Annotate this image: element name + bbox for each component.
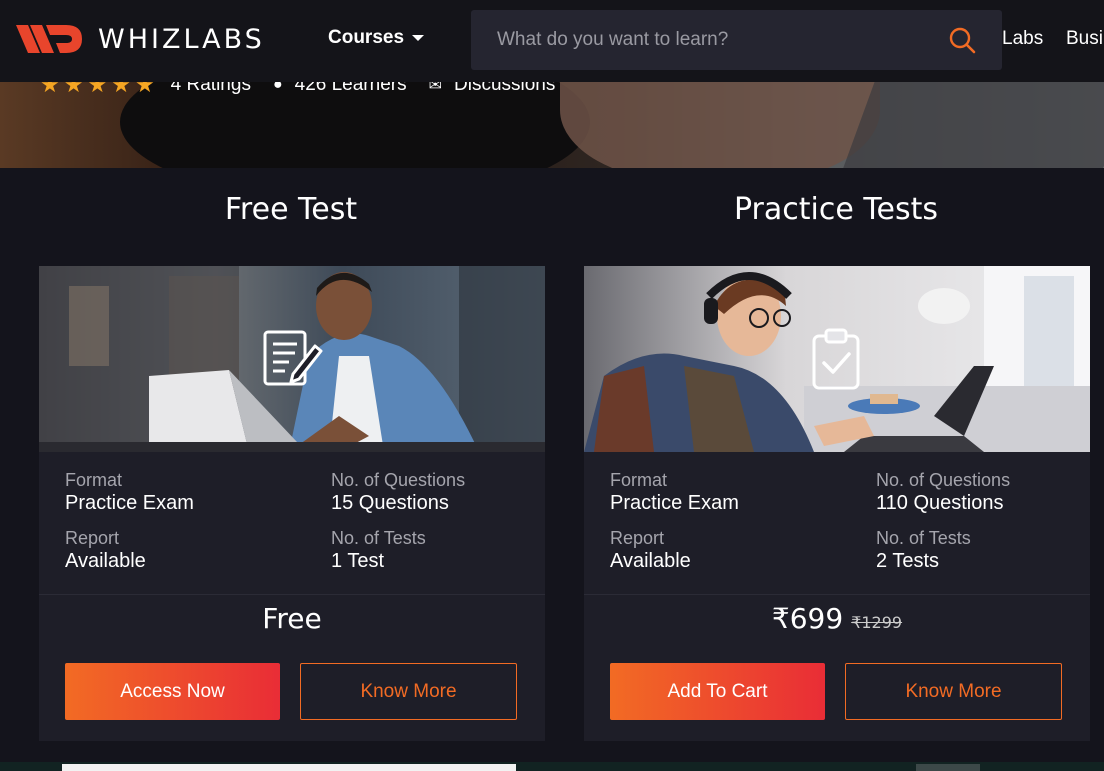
practice-tests-image <box>584 266 1090 452</box>
tests-label: No. of Tests <box>331 528 426 548</box>
tests-value: 2 Tests <box>876 550 939 572</box>
next-section-block <box>916 764 980 771</box>
free-know-more-button[interactable]: Know More <box>300 663 517 720</box>
discussions-link[interactable]: Discussions <box>454 82 555 96</box>
star-icon: ★ <box>134 82 155 97</box>
course-meta: ★ ★ ★ ★ ★ 4 Ratings ● 426 Learners ✉ Discuss… <box>40 82 555 98</box>
access-now-button[interactable]: Access Now <box>65 663 280 720</box>
questions-label: No. of Questions <box>331 470 466 490</box>
price-value: ₹699 <box>771 602 844 635</box>
hero-photo-arm <box>560 82 880 168</box>
discussion-icon: ✉ <box>428 82 442 94</box>
free-test-card: Format Practice Exam No. of Questions 15… <box>39 266 545 741</box>
whizlabs-logo[interactable]: WHIZLABS <box>16 20 265 58</box>
free-price: Free <box>39 602 545 635</box>
document-edit-icon <box>263 330 323 386</box>
top-navbar: WHIZLABS Courses Labs Busi <box>0 0 1104 82</box>
format-label: Format <box>610 470 668 490</box>
nav-link-labs[interactable]: Labs <box>1002 28 1043 50</box>
learners-count: 426 Learners <box>294 82 407 95</box>
report-value: Available <box>610 550 691 572</box>
practice-price: ₹699 ₹1299 <box>584 602 1090 635</box>
price-value: Free <box>262 602 322 635</box>
format-value: Practice Exam <box>610 492 739 514</box>
ratings-count[interactable]: 4 Ratings <box>171 82 251 96</box>
tests-label: No. of Tests <box>876 528 971 548</box>
card-divider <box>39 594 545 595</box>
course-hero-banner: ★ ★ ★ ★ ★ 4 Ratings ● 426 Learners ✉ Discuss… <box>0 82 1104 168</box>
learners-icon: ● <box>272 82 283 93</box>
star-icon: ★ <box>40 82 60 97</box>
courses-label: Courses <box>328 27 405 48</box>
report-value: Available <box>65 550 146 572</box>
star-icon: ★ <box>111 82 131 97</box>
star-icon: ★ <box>63 82 84 97</box>
questions-label: No. of Questions <box>876 470 1011 490</box>
star-icon: ★ <box>87 82 108 97</box>
format-value: Practice Exam <box>65 492 194 514</box>
questions-value: 15 Questions <box>331 492 449 514</box>
practice-tests-card: Format Practice Exam No. of Questions 11… <box>584 266 1090 741</box>
next-section-panel <box>62 764 516 771</box>
logo-text: WHIZLABS <box>98 23 265 55</box>
report-label: Report <box>610 528 665 548</box>
practice-know-more-button[interactable]: Know More <box>845 663 1062 720</box>
hero-photo-background <box>838 82 1104 168</box>
rating-stars: ★ ★ ★ ★ ★ <box>40 82 159 98</box>
format-label: Format <box>65 470 123 490</box>
report-label: Report <box>65 528 120 548</box>
chevron-down-icon <box>412 35 425 41</box>
card-divider <box>584 594 1090 595</box>
search-bar <box>471 10 1002 70</box>
clipboard-check-icon <box>812 328 860 390</box>
add-to-cart-button[interactable]: Add To Cart <box>610 663 825 720</box>
questions-value: 110 Questions <box>876 492 1004 514</box>
free-test-heading: Free Test <box>224 192 358 227</box>
courses-menu[interactable]: Courses <box>328 27 425 49</box>
nav-link-business[interactable]: Busi <box>1066 28 1103 50</box>
tests-value: 1 Test <box>331 550 384 572</box>
search-icon[interactable] <box>948 26 976 54</box>
search-input[interactable] <box>497 24 927 56</box>
free-test-image <box>39 266 545 452</box>
logo-mark-icon <box>16 25 82 53</box>
practice-tests-heading: Practice Tests <box>733 192 939 227</box>
original-price: ₹1299 <box>851 613 903 632</box>
